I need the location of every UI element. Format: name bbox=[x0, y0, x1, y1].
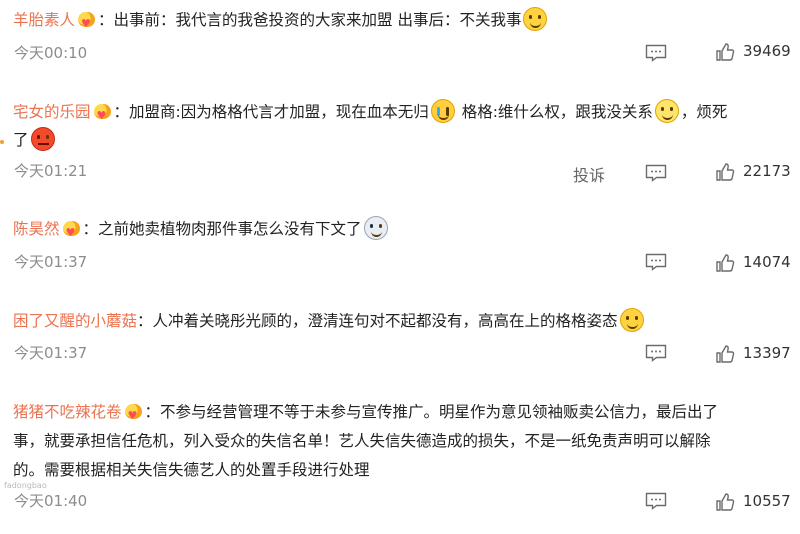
comment-time: 今天01:37 bbox=[14, 253, 88, 271]
comment-body: ：加盟商:因为格格代言才加盟，现在血本无归 bbox=[113, 103, 429, 121]
like-button[interactable]: 22173 bbox=[715, 162, 791, 182]
comment-time: 今天01:21 bbox=[14, 162, 88, 180]
thumbs-up-icon bbox=[716, 254, 735, 272]
rolling-eyes-emoji-icon bbox=[654, 99, 679, 123]
comment-body: ：不参与经营管理不等于未参与宣传推广。明星作为意见领袖贩卖公信力，最后出了 bbox=[144, 403, 719, 421]
doge-emoji-icon bbox=[363, 216, 388, 240]
thumbs-up-icon bbox=[716, 345, 735, 363]
comment-icon[interactable] bbox=[645, 164, 667, 182]
comment-icon[interactable] bbox=[645, 344, 667, 362]
comment-body: ：之前她卖植物肉那件事怎么没有下文了 bbox=[82, 220, 362, 238]
like-button[interactable]: 14074 bbox=[715, 253, 791, 273]
sweat-emoji-icon bbox=[619, 308, 644, 332]
like-count: 13397 bbox=[743, 344, 791, 362]
grin-emoji-icon bbox=[523, 7, 548, 31]
comment-body: ：人冲着关晓彤光顾的，澄清连句对不起都没有，高高在上的格格姿态 bbox=[137, 312, 618, 330]
like-button[interactable]: 39469 bbox=[715, 42, 791, 62]
report-button[interactable]: 投诉 bbox=[573, 162, 605, 186]
like-count: 22173 bbox=[743, 162, 791, 180]
watermark: fadongbao bbox=[4, 481, 47, 490]
comment-body: ：出事前：我代言的我爸投资的大家来加盟 出事后：不关我事 bbox=[98, 11, 522, 29]
comment-time: 今天01:37 bbox=[14, 344, 88, 362]
comment-text-continued: 事，就要承担信任危机，列入受众的失信名单！艺人失信失德造成的损失，不是一纸免责声… bbox=[13, 432, 711, 450]
comment-text: 宅女的乐园 ：加盟商:因为格格代言才加盟，现在血本无归 格格:维什么权，跟我没关系… bbox=[13, 97, 788, 131]
angry-emoji-icon bbox=[30, 127, 55, 151]
heart-badge-icon bbox=[124, 401, 142, 431]
thumbs-up-icon bbox=[716, 493, 735, 511]
comment-text: 陈昊然 ：之前她卖植物肉那件事怎么没有下文了 bbox=[13, 214, 788, 248]
comment-text: 猪猪不吃辣花卷 ：不参与经营管理不等于未参与宣传推广。明星作为意见领袖贩卖公信力，… bbox=[13, 397, 788, 431]
comment-text: 困了又醒的小蘑菇：人冲着关晓彤光顾的，澄清连句对不起都没有，高高在上的格格姿态 bbox=[13, 306, 788, 336]
like-count: 10557 bbox=[743, 492, 791, 510]
heart-badge-icon bbox=[62, 218, 80, 248]
thumbs-up-icon bbox=[716, 43, 735, 61]
like-button[interactable]: 13397 bbox=[715, 344, 791, 364]
comment-text: 羊胎素人 ：出事前：我代言的我爸投资的大家来加盟 出事后：不关我事 bbox=[13, 5, 788, 39]
comment-username[interactable]: 宅女的乐园 bbox=[13, 103, 91, 121]
comment-body: ，烦死 bbox=[680, 103, 728, 121]
comment-body: 了 bbox=[13, 131, 29, 149]
like-count: 39469 bbox=[743, 42, 791, 60]
like-button[interactable]: 10557 bbox=[715, 492, 791, 512]
thumbs-up-icon bbox=[716, 163, 735, 181]
comment-username[interactable]: 猪猪不吃辣花卷 bbox=[13, 403, 122, 421]
edge-marker bbox=[0, 140, 4, 144]
comment-username[interactable]: 陈昊然 bbox=[13, 220, 60, 238]
comment-text-continued: 了 bbox=[13, 125, 788, 155]
comment-text-continued: 的。需要根据相关失信失德艺人的处置手段进行处理 bbox=[13, 461, 370, 479]
comment-icon[interactable] bbox=[645, 44, 667, 62]
like-count: 14074 bbox=[743, 253, 791, 271]
heart-badge-icon bbox=[78, 9, 96, 39]
comment-time: 今天00:10 bbox=[14, 44, 88, 62]
comment-username[interactable]: 困了又醒的小蘑菇 bbox=[13, 312, 137, 330]
heart-badge-icon bbox=[93, 101, 111, 131]
comment-username[interactable]: 羊胎素人 bbox=[13, 11, 75, 29]
crying-emoji-icon bbox=[430, 99, 455, 123]
comment-time: 今天01:40 bbox=[14, 492, 88, 510]
comment-icon[interactable] bbox=[645, 253, 667, 271]
comment-icon[interactable] bbox=[645, 492, 667, 510]
comment-body: 格格:维什么权，跟我没关系 bbox=[461, 103, 653, 121]
